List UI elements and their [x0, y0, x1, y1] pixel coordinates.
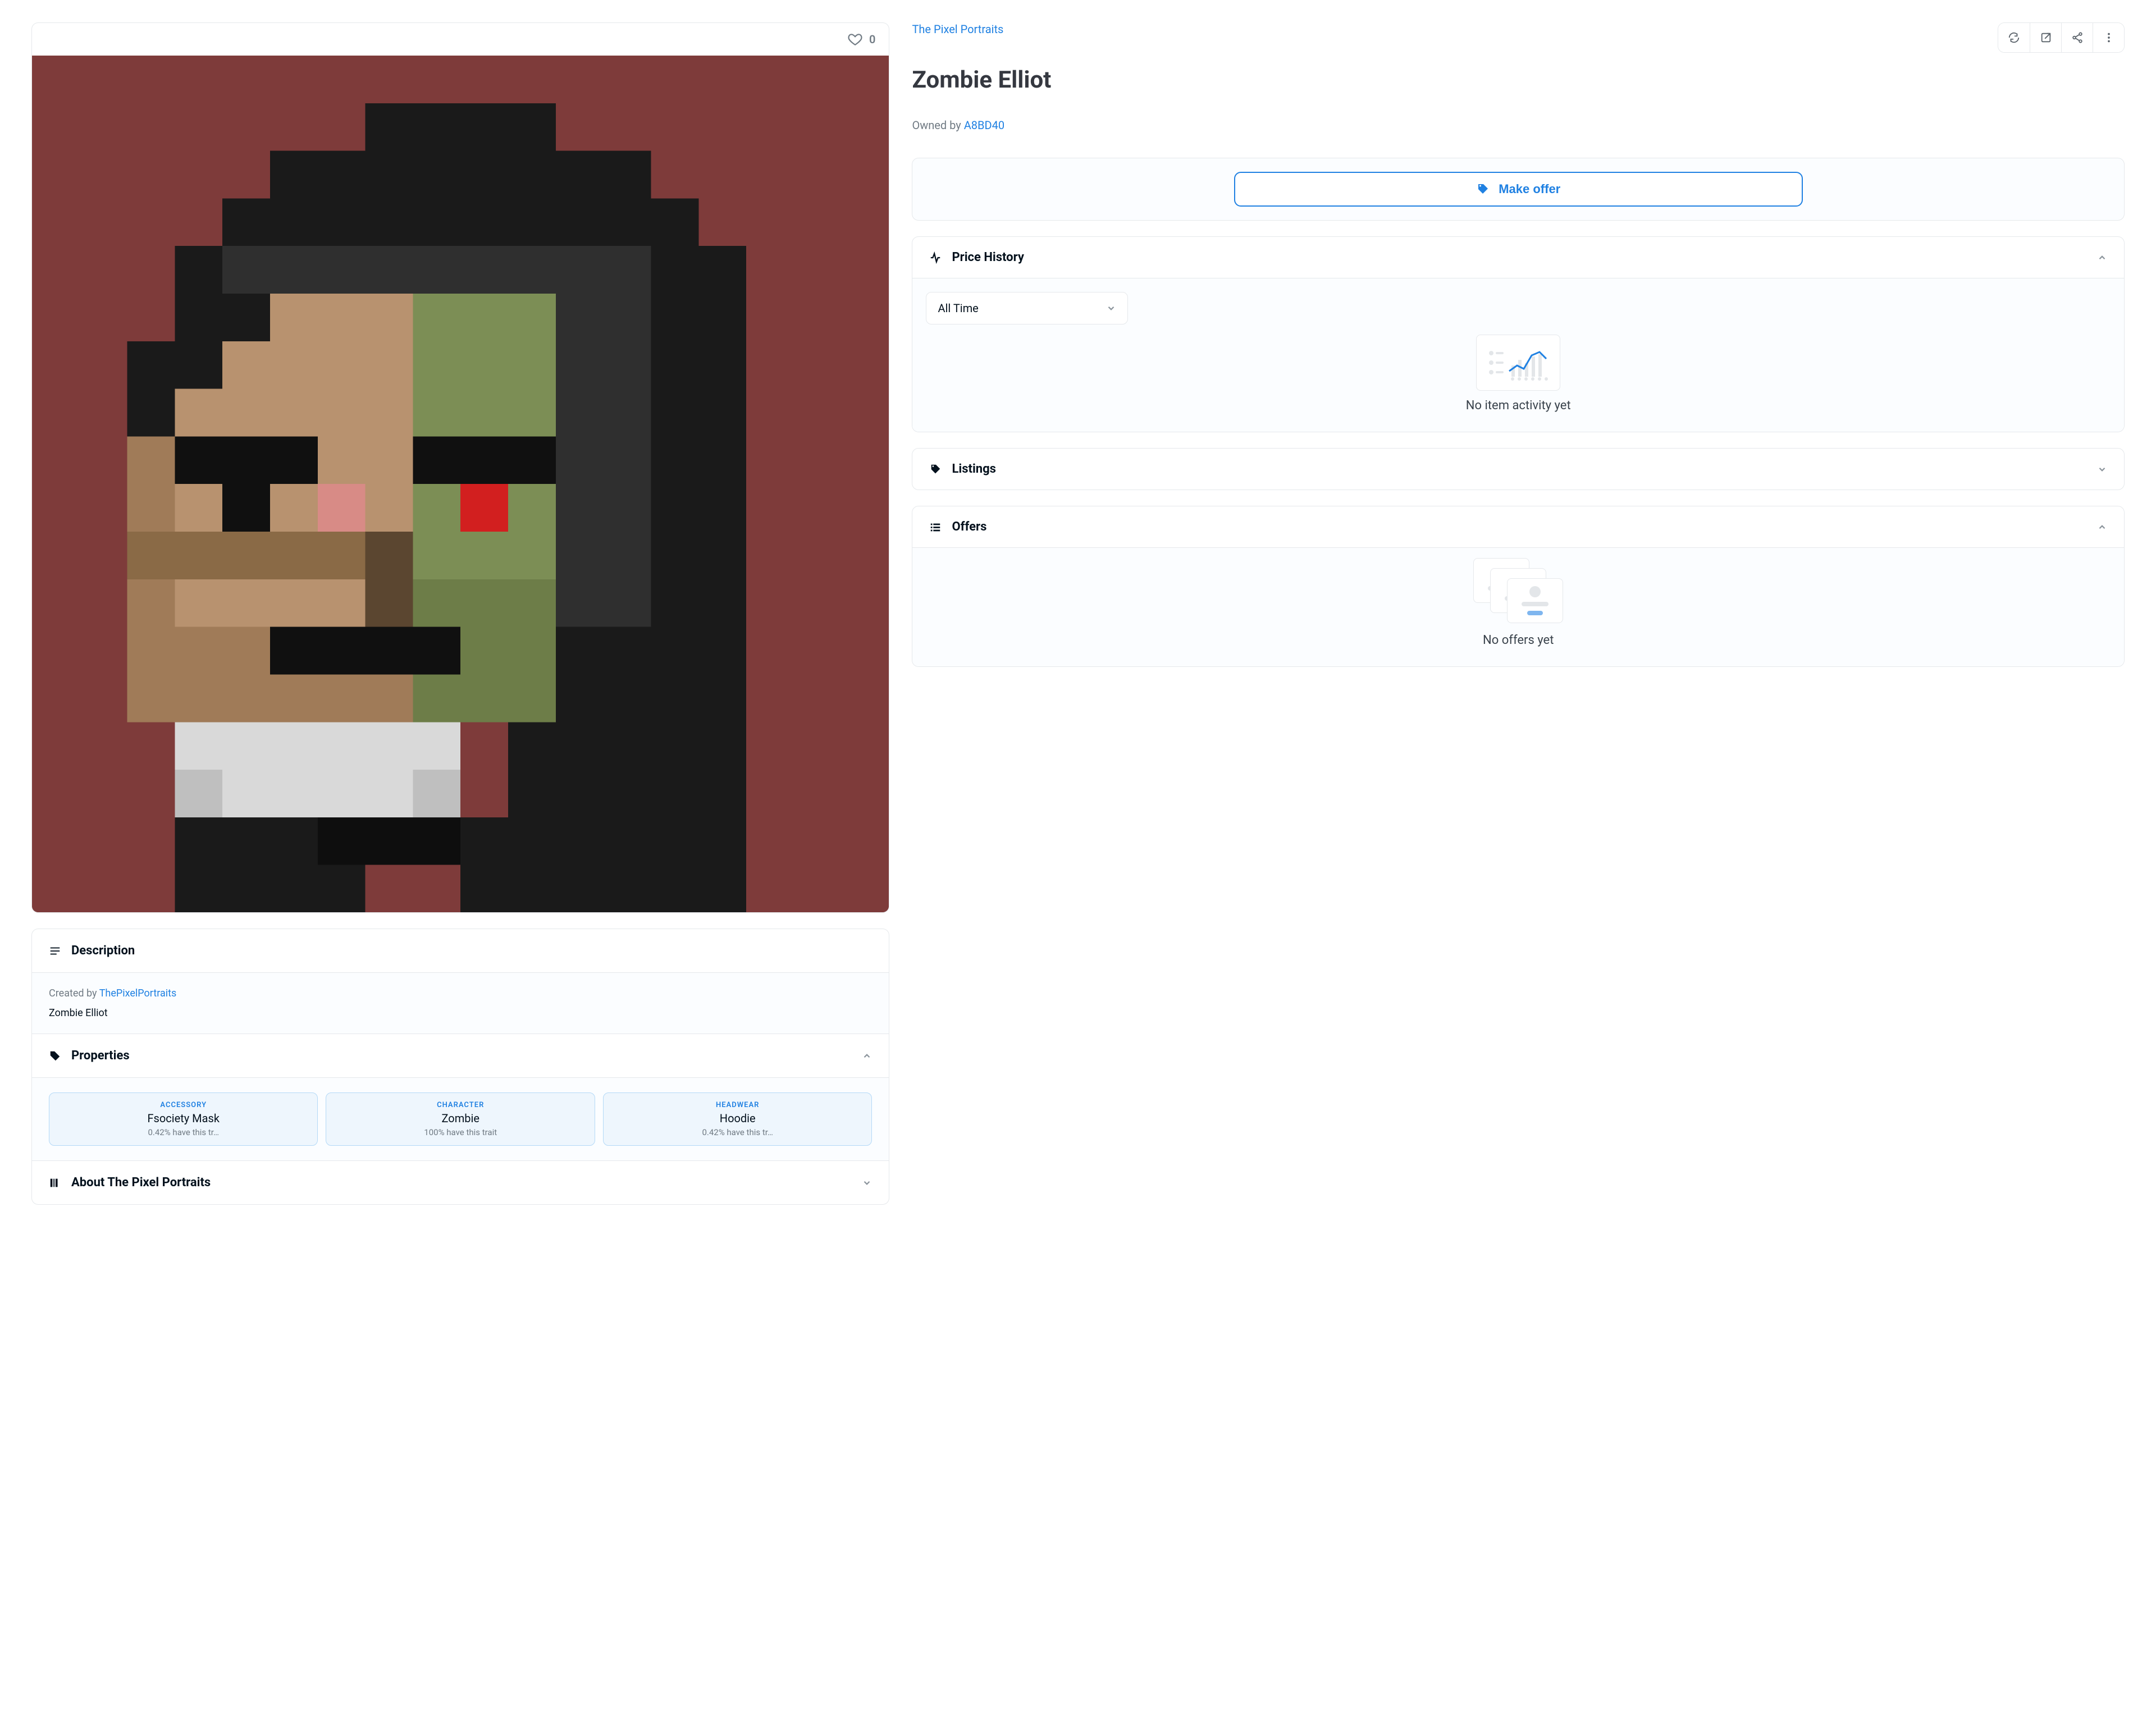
- property-value: Hoodie: [608, 1112, 867, 1125]
- offer-tag-icon: [1476, 182, 1490, 196]
- offers-body: No offers yet: [912, 547, 2124, 666]
- offers-header[interactable]: Offers: [912, 506, 2124, 547]
- list-icon: [929, 521, 942, 533]
- created-by-prefix: Created by: [49, 987, 99, 999]
- description-title: Description: [71, 944, 135, 958]
- property-rarity: 0.42% have this tr…: [608, 1127, 867, 1137]
- make-offer-label: Make offer: [1499, 182, 1560, 196]
- share-button[interactable]: [2061, 23, 2093, 52]
- owned-by-label: Owned by: [912, 118, 963, 132]
- make-offer-button[interactable]: Make offer: [1234, 172, 1803, 207]
- tag-icon: [49, 1050, 61, 1062]
- activity-icon: [929, 252, 942, 264]
- listings-section: Listings: [912, 448, 2125, 490]
- chevron-up-icon: [2097, 253, 2107, 263]
- price-history-empty-caption: No item activity yet: [1466, 399, 1571, 413]
- property-type: ACCESSORY: [54, 1101, 313, 1109]
- chevron-up-icon: [2097, 522, 2107, 532]
- nft-image-card: 0: [31, 22, 889, 913]
- chart-placeholder-icon: [1476, 335, 1560, 391]
- price-history-empty-state: No item activity yet: [912, 324, 2124, 432]
- created-by-line: Created by ThePixelPortraits: [49, 987, 872, 999]
- property-rarity: 0.42% have this tr…: [54, 1127, 313, 1137]
- collection-link[interactable]: The Pixel Portraits: [912, 22, 1003, 36]
- owned-by-row: Owned by A8BD40: [912, 118, 2125, 132]
- listings-tag-icon: [929, 463, 942, 475]
- more-button[interactable]: [2093, 23, 2124, 52]
- chevron-down-icon: [862, 1178, 872, 1188]
- properties-body: ACCESSORY Fsociety Mask 0.42% have this tr…: [32, 1077, 889, 1160]
- listings-title: Listings: [952, 462, 996, 476]
- price-history-body: All Time No item activity yet: [912, 278, 2124, 432]
- action-bar: [1998, 22, 2125, 53]
- listings-header[interactable]: Listings: [912, 449, 2124, 490]
- property-type: CHARACTER: [331, 1101, 590, 1109]
- properties-header[interactable]: Properties: [32, 1034, 889, 1077]
- description-body: Created by ThePixelPortraits Zombie Elli…: [32, 972, 889, 1034]
- offers-empty-state: No offers yet: [912, 548, 2124, 666]
- about-header[interactable]: About The Pixel Portraits: [32, 1160, 889, 1204]
- property-rarity: 100% have this trait: [331, 1127, 590, 1137]
- meta-card: Description Created by ThePixelPortraits…: [31, 929, 889, 1205]
- creator-link[interactable]: ThePixelPortraits: [99, 987, 177, 999]
- about-icon: [49, 1177, 61, 1189]
- properties-title: Properties: [71, 1049, 130, 1063]
- time-range-label: All Time: [938, 301, 978, 315]
- price-history-header[interactable]: Price History: [912, 237, 2124, 278]
- refresh-button[interactable]: [1998, 23, 2030, 52]
- offers-section: Offers No offers yet: [912, 506, 2125, 667]
- open-original-button[interactable]: [2030, 23, 2061, 52]
- offers-title: Offers: [952, 520, 986, 534]
- time-range-select[interactable]: All Time: [926, 292, 1128, 324]
- description-text: Zombie Elliot: [49, 1007, 872, 1019]
- about-title: About The Pixel Portraits: [71, 1176, 211, 1190]
- top-row: The Pixel Portraits: [912, 22, 2125, 53]
- property-value: Fsociety Mask: [54, 1112, 313, 1125]
- favorites-count: 0: [869, 33, 875, 46]
- chevron-down-icon: [2097, 464, 2107, 474]
- item-title: Zombie Elliot: [912, 66, 2125, 94]
- chevron-down-icon: [1106, 303, 1116, 313]
- description-header[interactable]: Description: [32, 929, 889, 972]
- offers-placeholder-icon: [1473, 558, 1563, 625]
- offer-box: Make offer: [912, 158, 2125, 221]
- heart-icon[interactable]: [848, 32, 862, 47]
- owner-link[interactable]: A8BD40: [964, 118, 1004, 132]
- property-card[interactable]: ACCESSORY Fsociety Mask 0.42% have this tr…: [49, 1092, 318, 1146]
- offers-empty-caption: No offers yet: [1483, 633, 1554, 647]
- chevron-up-icon: [862, 1051, 872, 1061]
- property-type: HEADWEAR: [608, 1101, 867, 1109]
- description-icon: [49, 945, 61, 957]
- image-header: 0: [32, 23, 889, 56]
- nft-image[interactable]: [32, 56, 889, 912]
- property-card[interactable]: CHARACTER Zombie 100% have this trait: [326, 1092, 595, 1146]
- property-value: Zombie: [331, 1112, 590, 1125]
- price-history-title: Price History: [952, 250, 1024, 264]
- price-history-section: Price History All Time: [912, 236, 2125, 432]
- property-card[interactable]: HEADWEAR Hoodie 0.42% have this tr…: [603, 1092, 872, 1146]
